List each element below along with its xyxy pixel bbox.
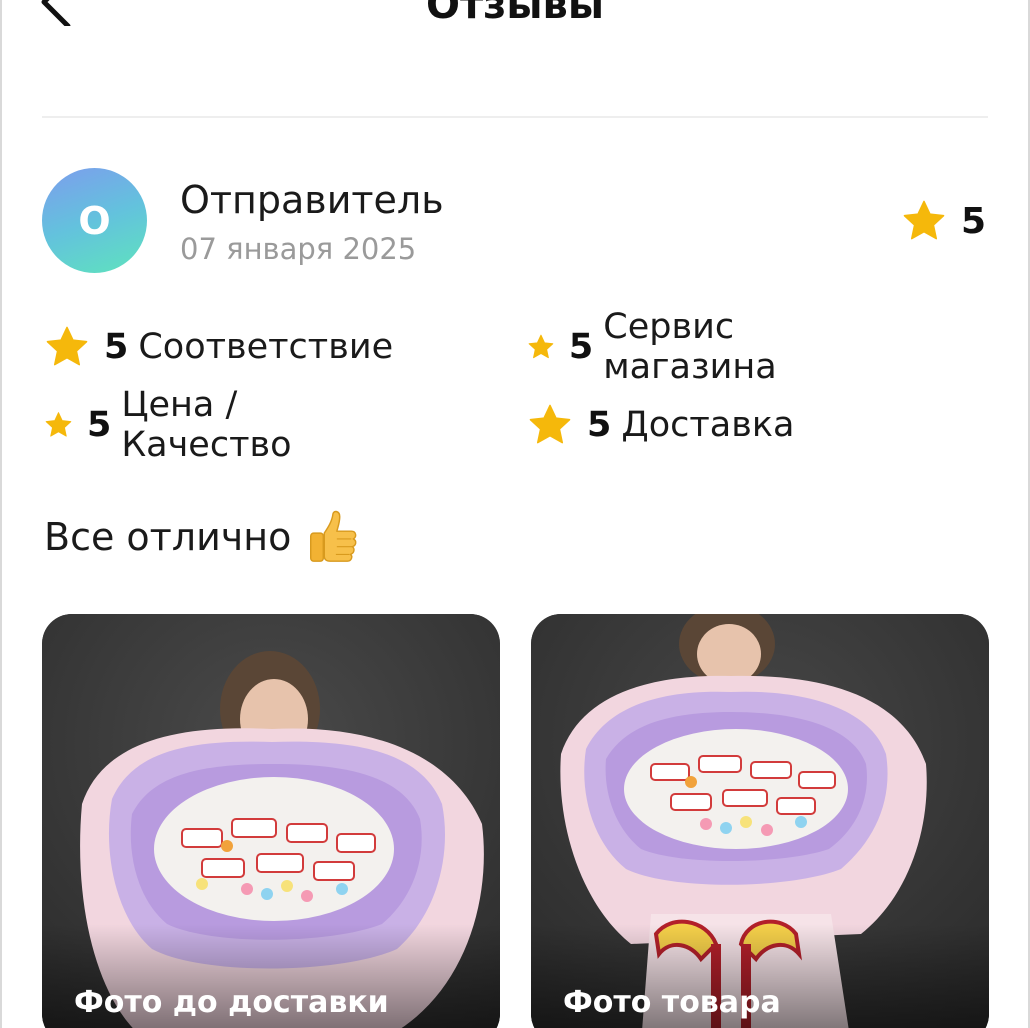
header: Отзывы (0, 0, 1030, 118)
criterion-score: 5 (104, 327, 129, 367)
criterion-delivery: 5 Доставка (527, 400, 794, 450)
page-title: Отзывы (425, 0, 605, 28)
star-icon (45, 412, 72, 437)
overall-rating: 5 (901, 198, 986, 244)
criterion-label: Соответствие (138, 327, 394, 367)
criterion-shop-service: 5 Сервис магазина (527, 307, 795, 387)
review-text: Все отлично (44, 508, 361, 566)
star-icon (903, 200, 945, 240)
thumbs-up-icon (310, 510, 357, 562)
criterion-label: Доставка (621, 405, 795, 445)
author-name: Отправитель (180, 178, 444, 222)
criterion-score: 5 (86, 405, 112, 445)
star-icon (46, 326, 88, 366)
criterion-score: 5 (587, 405, 612, 445)
avatar[interactable]: О (42, 168, 147, 273)
photo-caption: Фото товара (563, 985, 781, 1020)
review-date: 07 января 2025 (180, 232, 417, 266)
photo-caption: Фото до доставки (74, 985, 389, 1020)
overall-score: 5 (960, 200, 986, 242)
criterion-score: 5 (568, 327, 594, 367)
criterion-conformity: 5 Соответствие (44, 322, 393, 372)
photo-product[interactable]: Фото товара (531, 614, 989, 1028)
star-icon (529, 404, 571, 444)
header-divider (42, 116, 988, 118)
criterion-price-quality: 5 Цена / Качество (44, 385, 309, 465)
photo-before-delivery[interactable]: Фото до доставки (42, 614, 500, 1028)
criterion-label: Цена / Качество (121, 385, 292, 465)
star-icon (528, 334, 554, 359)
review-text-body: Все отлично (44, 515, 292, 559)
criterion-label: Сервис магазина (603, 307, 777, 387)
